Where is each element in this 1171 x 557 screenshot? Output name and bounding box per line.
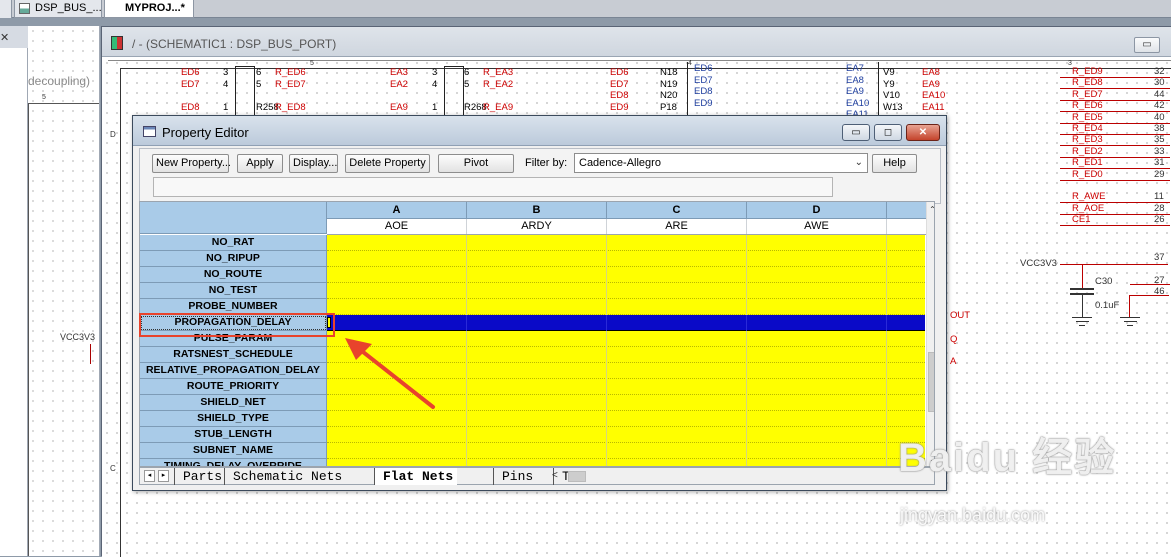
- annotation-arrow: [345, 338, 435, 409]
